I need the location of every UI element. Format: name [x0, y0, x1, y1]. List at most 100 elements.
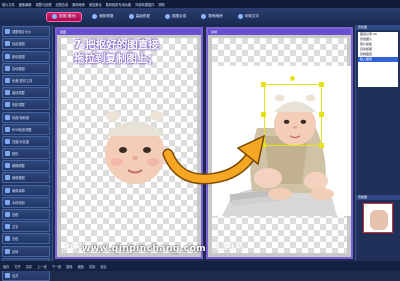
- camera-icon: [201, 14, 207, 19]
- navigator-header: 导航器: [356, 195, 400, 200]
- sidebar-tool-label: 亮度/对比度: [12, 139, 30, 144]
- sidebar-tool-label: 曲线调整: [12, 91, 25, 96]
- menu-item[interactable]: 滤镜合成: [55, 2, 68, 7]
- copy-panel-title: 复制: [208, 29, 351, 35]
- resize-handle-br[interactable]: [319, 143, 324, 148]
- status-bar-button[interactable]: 适合: [100, 264, 106, 269]
- tool-sidebar: 调整相片大小 自由抠图颜色抠图自动抠图色差/变形工具 曲线调整色阶调整色相/饱和度 R…: [0, 25, 53, 281]
- sidebar-tool-label: 色阶调整: [12, 103, 25, 108]
- menu-item[interactable]: 外部效果插件: [135, 2, 154, 7]
- status-bar-button[interactable]: 上一张: [37, 264, 47, 269]
- status-bar-button[interactable]: 另存: [26, 264, 32, 269]
- menu-item[interactable]: 调整与处理: [36, 2, 52, 7]
- sidebar-tool-item[interactable]: 亮度/对比度: [2, 135, 50, 147]
- navigator-thumbnail[interactable]: [363, 203, 393, 233]
- toolbar-button-label: 高级修复: [135, 14, 150, 18]
- sidebar-tool-item[interactable]: 局部抠图: [2, 172, 50, 184]
- instruction-text: 7.把抠好的图直接 拖拉到复制图上；: [74, 38, 184, 66]
- wand-icon: [128, 14, 134, 19]
- status-bar-button[interactable]: 保存: [3, 264, 9, 269]
- sidebar-tool-label: 调整相片大小: [12, 30, 32, 35]
- sidebar-tool-item[interactable]: 自动抠图: [2, 62, 50, 74]
- resize-handle-tr[interactable]: [319, 82, 324, 87]
- sidebar-tool-item[interactable]: RGB色彩调整: [2, 123, 50, 135]
- sidebar-tool-label: 色相/饱和度: [12, 115, 30, 120]
- tool-icon: [5, 65, 10, 71]
- resize-handle-ml[interactable]: [261, 112, 266, 117]
- menu-item[interactable]: 图像编辑: [19, 2, 32, 7]
- rotate-handle[interactable]: [290, 76, 295, 81]
- toolbar-button[interactable]: 抠图合成: [160, 12, 191, 22]
- sidebar-tool-item[interactable]: 合并: [2, 269, 50, 281]
- status-bar-button[interactable]: 实际: [89, 264, 95, 269]
- sidebar-tool-item[interactable]: 自由抠图: [2, 38, 50, 50]
- status-bar-button[interactable]: 缩放: [78, 264, 84, 269]
- tool-icon: [5, 236, 10, 242]
- toolbar-button-label: 玩转文字: [244, 14, 260, 18]
- status-bar-button[interactable]: 打开: [14, 264, 20, 269]
- tool-icon: [5, 272, 10, 278]
- tool-icon: [5, 199, 10, 205]
- selection-box[interactable]: [264, 84, 322, 146]
- status-bar: 保存 打开 另存 上一张 下一张 旋转 缩放 实际 适合: [0, 261, 400, 271]
- sidebar-tool-label: 自由抠图: [12, 42, 25, 47]
- layer-list-item[interactable]: 贴入图层: [358, 57, 398, 62]
- right-panel: 查找图 图层记录 (6) 原始图片 照片模板 自动抠图 复制图层 贴入图层 导航器: [355, 25, 400, 261]
- copy-zoom-label: 139%: [214, 242, 245, 253]
- sidebar-tool-label: 自动抠图: [12, 66, 25, 71]
- sidebar-tool-label: 色差/变形工具: [12, 78, 33, 83]
- tool-icon: [5, 29, 10, 35]
- toolbar-button-label: 数码暗房: [208, 14, 223, 18]
- instruction-line-2: 拖拉到复制图上；: [74, 53, 158, 65]
- toolbar-button[interactable]: 抠图(撤消): [46, 11, 83, 22]
- sidebar-tool-label: 水印添加: [12, 200, 25, 205]
- toolbar-button-label: 抠图合成: [171, 14, 187, 18]
- sidebar-tool-item[interactable]: 反转: [2, 245, 50, 257]
- sidebar-tool-label: RGB色彩调整: [12, 127, 32, 132]
- sidebar-tool-item[interactable]: 色阶调整: [2, 99, 50, 111]
- resize-handle-mr[interactable]: [319, 112, 324, 117]
- sidebar-tool-item[interactable]: 锐化: [2, 148, 50, 160]
- resize-handle-tl[interactable]: [261, 82, 266, 87]
- sidebar-tool-label: 模糊调整: [12, 164, 25, 169]
- sidebar-tool-label: 文字: [12, 225, 19, 230]
- tool-icon: [5, 41, 10, 47]
- sidebar-tool-label: 边框: [12, 213, 19, 217]
- tool-icon: [5, 90, 10, 96]
- menu-item[interactable]: 数码暗房: [72, 2, 85, 7]
- menu-bar: 相片文件 图像编辑 调整与处理 滤镜合成 数码暗房 美容美化 数码相机专用功能 外部效果插件帮…: [0, 0, 400, 8]
- sidebar-tool-item[interactable]: 去色: [2, 233, 50, 245]
- menu-item[interactable]: 相片文件: [2, 2, 15, 7]
- tool-icon: [5, 77, 10, 83]
- status-bar-button[interactable]: 下一张: [52, 264, 62, 269]
- menu-item[interactable]: 数码相机专用功能: [106, 2, 132, 7]
- sidebar-tool-item[interactable]: 局部涂鸦: [2, 184, 50, 196]
- toolbar-button[interactable]: 玩转文字: [233, 12, 264, 22]
- tool-icon: [5, 114, 10, 120]
- menu-item[interactable]: 美容美化: [89, 2, 102, 7]
- status-bar-button[interactable]: 旋转: [66, 264, 72, 269]
- main-toolbar: 抠图(撤消) 裁剪修复 高级修复 抠图合成 数码暗房 玩转文字: [0, 8, 400, 25]
- toolbar-button[interactable]: 裁剪修复: [87, 12, 118, 22]
- sidebar-tool-item[interactable]: 文字: [2, 221, 50, 233]
- sidebar-tool-item[interactable]: 色差/变形工具: [2, 74, 50, 86]
- navigator-thumb-image: [370, 210, 388, 230]
- menu-item[interactable]: 帮助: [158, 2, 164, 7]
- sidebar-tool-label: 合并: [12, 273, 19, 278]
- sidebar-tool-item[interactable]: 水印添加: [2, 196, 50, 208]
- tool-icon: [5, 151, 10, 157]
- tool-icon: [5, 248, 10, 254]
- sidebar-tool-item[interactable]: 颜色抠图: [2, 50, 50, 62]
- sidebar-tool-item[interactable]: 色相/饱和度: [2, 111, 50, 123]
- sidebar-tool-item[interactable]: 边框: [2, 209, 50, 220]
- tool-icon: [5, 163, 10, 169]
- sidebar-tool-item[interactable]: 模糊调整: [2, 160, 50, 172]
- text-icon: [237, 14, 243, 19]
- tool-icon: [5, 175, 10, 181]
- watermark-text: www.qinpinchang.com: [82, 244, 207, 254]
- sidebar-tool-label: 去色: [12, 237, 19, 242]
- toolbar-button[interactable]: 高级修复: [124, 12, 155, 22]
- sidebar-tool-item[interactable]: 调整相片大小: [2, 26, 50, 38]
- sidebar-tool-item[interactable]: 曲线调整: [2, 87, 50, 99]
- toolbar-button[interactable]: 数码暗房: [196, 12, 227, 22]
